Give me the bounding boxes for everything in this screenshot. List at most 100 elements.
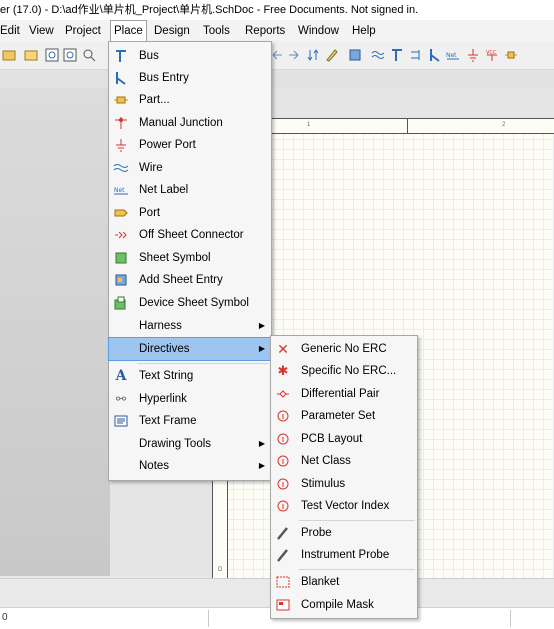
gnd-icon[interactable] [466, 48, 480, 62]
pcb-layout-icon [277, 433, 289, 445]
off-sheet-connector-icon [115, 231, 127, 239]
svg-text:Net: Net [446, 52, 457, 59]
menu-item-manual-junction[interactable]: Manual Junction [109, 112, 271, 134]
instrument-probe-icon [277, 549, 288, 562]
net-label-icon: Net [114, 187, 128, 195]
menu-item-port[interactable]: Port [109, 202, 271, 224]
menu-item-drawing-tools[interactable]: Drawing Tools ▶ [109, 433, 271, 455]
menu-item-generic-no-erc[interactable]: ✕ Generic No ERC [271, 338, 417, 360]
bus-icon [116, 50, 126, 62]
menu-item-directives[interactable]: Directives ▶ [108, 337, 272, 361]
sheet-entry-icon [115, 274, 127, 286]
menu-item-sheet-symbol[interactable]: Sheet Symbol [109, 247, 271, 269]
junction-icon [115, 117, 127, 129]
menu-item-off-sheet-connector[interactable]: Off Sheet Connector [109, 224, 271, 246]
cross-probe-icon[interactable] [306, 48, 320, 62]
submenu-arrow-icon: ▶ [258, 344, 265, 353]
zone-divider [407, 119, 408, 133]
text-frame-icon [114, 415, 128, 427]
part-icon[interactable] [504, 48, 518, 62]
pen-icon[interactable] [325, 48, 339, 62]
coord-readout: 0 [2, 612, 8, 623]
blanket-icon [276, 576, 290, 588]
zoom-select-icon[interactable] [82, 48, 96, 62]
part-icon [114, 96, 128, 104]
menu-item-power-port[interactable]: Power Port [109, 134, 271, 156]
text-string-icon: A [115, 368, 127, 384]
zoom-area-icon[interactable] [63, 48, 77, 62]
probe-icon [277, 527, 288, 540]
menu-place[interactable]: Place [110, 20, 147, 42]
menu-item-text-frame[interactable]: Text Frame [109, 410, 271, 432]
menu-project[interactable]: Project [65, 20, 101, 42]
window-title: er (17.0) - D:\ad作业\单片机_Project\单片机.SchD… [0, 4, 419, 16]
menu-item-net-class[interactable]: Net Class [271, 450, 417, 472]
menu-separator [299, 520, 415, 521]
menu-item-differential-pair[interactable]: Differential Pair [271, 383, 417, 405]
bus-icon[interactable] [390, 48, 404, 62]
menu-item-specific-no-erc[interactable]: ✱ Specific No ERC... [271, 360, 417, 382]
menu-item-pcb-layout[interactable]: PCB Layout [271, 428, 417, 450]
parameter-set-icon [277, 410, 289, 422]
menu-item-parameter-set[interactable]: Parameter Set [271, 405, 417, 427]
bus-entry-icon [116, 72, 126, 85]
sheet-zone-row: 1 2 [227, 119, 554, 134]
submenu-arrow-icon: ▶ [258, 439, 265, 448]
redo-icon[interactable] [287, 48, 301, 62]
menu-view[interactable]: View [29, 20, 54, 42]
open-icon[interactable] [2, 48, 16, 62]
folder-icon[interactable] [24, 48, 38, 62]
menu-item-test-vector-index[interactable]: Test Vector Index [271, 495, 417, 517]
undo-icon[interactable] [270, 48, 284, 62]
title-bar: er (17.0) - D:\ad作业\单片机_Project\单片机.SchD… [0, 0, 554, 20]
vcc-icon[interactable]: VCC [485, 48, 499, 62]
net-label-icon[interactable]: Net [446, 48, 460, 62]
menu-item-blanket[interactable]: Blanket [271, 571, 417, 593]
submenu-arrow-icon: ▶ [258, 461, 265, 470]
toolbar: Net VCC [0, 42, 554, 70]
stimulus-icon [277, 478, 289, 490]
bus-entry-icon[interactable] [428, 48, 442, 62]
device-sheet-icon [114, 296, 126, 310]
sheet-symbol-icon [115, 252, 127, 264]
zoom-fit-icon[interactable] [45, 48, 59, 62]
power-port-icon [116, 139, 126, 152]
menu-item-harness[interactable]: Harness ▶ [109, 315, 271, 337]
menu-item-wire[interactable]: Wire [109, 157, 271, 179]
menu-item-bus[interactable]: Bus [109, 45, 271, 67]
menu-tools[interactable]: Tools [203, 20, 230, 42]
wire-icon[interactable] [371, 48, 385, 62]
menu-reports[interactable]: Reports [245, 20, 285, 42]
no-erc-icon: ✕ [277, 341, 289, 357]
zone-label-d: D [218, 567, 223, 573]
harness-icon[interactable] [410, 48, 424, 62]
menu-item-notes[interactable]: Notes ▶ [109, 455, 271, 477]
menu-window[interactable]: Window [298, 20, 339, 42]
menu-item-hyperlink[interactable]: ⚯ Hyperlink [109, 388, 271, 410]
menu-item-stimulus[interactable]: Stimulus [271, 473, 417, 495]
menu-separator [299, 569, 415, 570]
status-divider [510, 610, 511, 627]
zone-label-2: 2 [502, 122, 506, 128]
zone-label-1: 1 [307, 122, 311, 128]
port-icon [114, 209, 128, 217]
menu-item-compile-mask[interactable]: Compile Mask [271, 594, 417, 616]
menu-item-net-label[interactable]: Net Net Label [109, 179, 271, 201]
menu-help[interactable]: Help [352, 20, 376, 42]
menu-edit[interactable]: Edit [0, 20, 20, 42]
left-panel [0, 88, 110, 576]
svg-text:Net: Net [114, 187, 125, 194]
diff-pair-icon [277, 390, 289, 398]
menu-item-part[interactable]: Part... [109, 89, 271, 111]
menu-bar: Edit View Project Place Design Tools Rep… [0, 20, 554, 42]
hyperlink-icon: ⚯ [115, 392, 127, 406]
menu-item-device-sheet-symbol[interactable]: Device Sheet Symbol [109, 292, 271, 314]
net-class-icon [277, 455, 289, 467]
menu-item-text-string[interactable]: A Text String [109, 365, 271, 387]
menu-item-probe[interactable]: Probe [271, 522, 417, 544]
component-icon[interactable] [348, 48, 362, 62]
menu-item-add-sheet-entry[interactable]: Add Sheet Entry [109, 269, 271, 291]
menu-item-bus-entry[interactable]: Bus Entry [109, 67, 271, 89]
menu-item-instrument-probe[interactable]: Instrument Probe [271, 544, 417, 566]
menu-design[interactable]: Design [154, 20, 190, 42]
